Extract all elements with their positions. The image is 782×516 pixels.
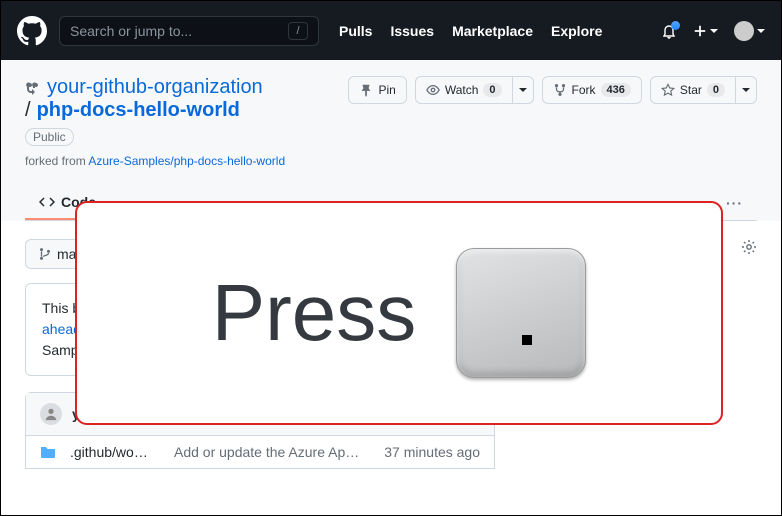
caret-down-icon xyxy=(519,88,527,92)
branch-icon xyxy=(38,247,52,261)
nav-pulls[interactable]: Pulls xyxy=(339,23,372,39)
commit-avatar-icon xyxy=(40,403,62,425)
search-input[interactable]: Search or jump to... / xyxy=(59,16,319,46)
fork-button[interactable]: Fork 436 xyxy=(542,76,642,104)
slash-key-hint: / xyxy=(288,22,308,40)
pin-icon xyxy=(359,83,373,97)
period-key-icon xyxy=(456,248,586,378)
press-key-callout: Press xyxy=(75,201,723,425)
nav-marketplace[interactable]: Marketplace xyxy=(452,23,533,39)
star-dropdown[interactable] xyxy=(736,76,757,104)
file-commit-msg: Add or update the Azure Ap… xyxy=(174,444,370,460)
fork-source-link[interactable]: Azure-Samples/php-docs-hello-world xyxy=(88,154,285,168)
watch-dropdown[interactable] xyxy=(513,76,534,104)
star-button[interactable]: Star 0 xyxy=(650,76,736,104)
press-label: Press xyxy=(212,267,417,359)
eye-icon xyxy=(426,83,440,97)
nav-issues[interactable]: Issues xyxy=(390,23,434,39)
repo-forked-icon xyxy=(25,80,41,96)
github-logo-icon[interactable] xyxy=(17,16,47,46)
repo-action-buttons: Pin Watch 0 Fork 436 Star 0 xyxy=(348,76,757,104)
watch-button[interactable]: Watch 0 xyxy=(415,76,513,104)
header-right-icons xyxy=(661,21,765,41)
file-name: .github/wo… xyxy=(70,444,160,460)
notifications-icon[interactable] xyxy=(661,23,677,39)
owner-link[interactable]: your-github-organization xyxy=(47,76,263,99)
nav-links: Pulls Issues Marketplace Explore xyxy=(339,23,602,39)
file-row[interactable]: .github/wo… Add or update the Azure Ap… … xyxy=(26,436,494,468)
code-icon xyxy=(39,194,55,210)
search-placeholder: Search or jump to... xyxy=(70,23,192,39)
repo-header: your-github-organization / php-docs-hell… xyxy=(1,60,781,221)
notification-badge xyxy=(671,21,680,30)
caret-down-icon xyxy=(742,88,750,92)
settings-gear-icon[interactable] xyxy=(741,239,757,255)
folder-icon xyxy=(40,444,56,460)
pin-button[interactable]: Pin xyxy=(348,76,406,104)
file-commit-time: 37 minutes ago xyxy=(384,444,480,460)
caret-down-icon xyxy=(710,29,718,33)
visibility-badge: Public xyxy=(25,128,74,146)
global-header: Search or jump to... / Pulls Issues Mark… xyxy=(1,1,781,60)
repo-breadcrumb: your-github-organization xyxy=(25,76,338,99)
user-menu[interactable] xyxy=(734,21,765,41)
forked-from: forked from Azure-Samples/php-docs-hello… xyxy=(25,154,338,168)
user-avatar-icon xyxy=(734,21,754,41)
repo-link[interactable]: php-docs-hello-world xyxy=(37,99,240,122)
create-new-dropdown[interactable] xyxy=(693,24,718,38)
caret-down-icon xyxy=(757,29,765,33)
nav-explore[interactable]: Explore xyxy=(551,23,602,39)
star-icon xyxy=(661,83,675,97)
fork-icon xyxy=(553,83,567,97)
